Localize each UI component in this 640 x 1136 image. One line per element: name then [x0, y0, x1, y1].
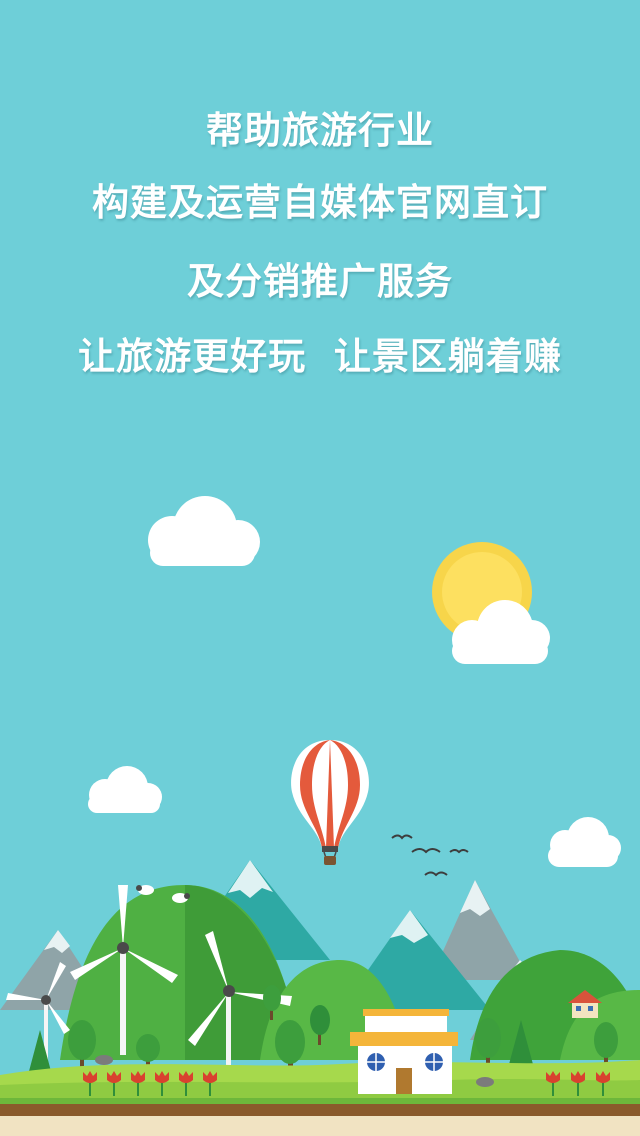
headline-line-1: 帮助旅游行业	[206, 109, 434, 152]
sand-strip	[0, 1116, 640, 1136]
house-icon	[350, 1009, 458, 1094]
headline-line-4: 让旅游更好玩 让景区躺着赚	[78, 335, 562, 378]
ground-edge	[0, 1098, 640, 1104]
cloud-icon	[88, 766, 162, 813]
cloud-icon	[548, 817, 621, 867]
hot-air-balloon-icon	[291, 740, 369, 865]
headline-line-2: 构建及运营自媒体官网直订	[92, 181, 548, 224]
cloud-icon	[148, 496, 260, 566]
splash-screen: 帮助旅游行业 构建及运营自媒体官网直订 及分销推广服务 让旅游更好玩 让景区躺着…	[0, 0, 640, 1136]
birds-icon	[391, 834, 469, 877]
soil-strip	[0, 1104, 640, 1116]
headline-line-3: 及分销推广服务	[187, 260, 453, 303]
landscape-illustration	[0, 496, 640, 1136]
